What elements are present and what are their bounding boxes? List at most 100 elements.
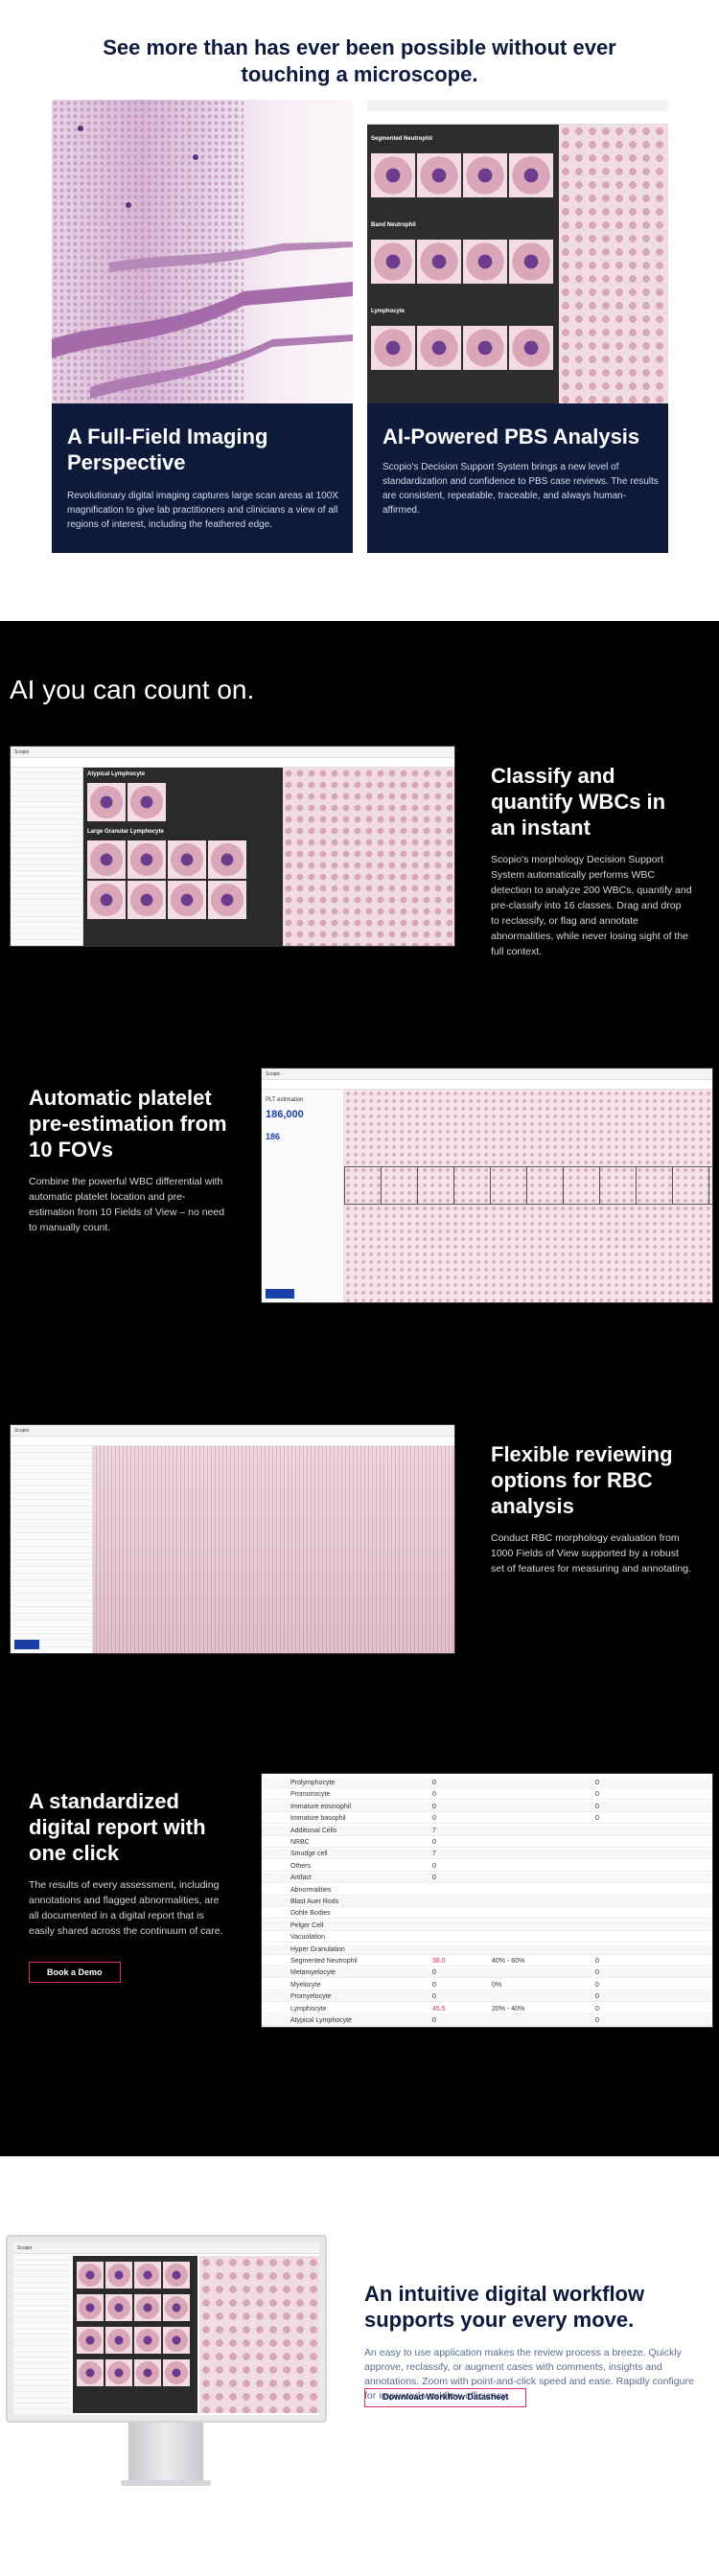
feathered-edge-image bbox=[52, 100, 353, 403]
table-row: Pelger Cell bbox=[262, 1920, 712, 1931]
ui-tabs bbox=[11, 1437, 454, 1446]
feature-wbc: Classify and quantify WBCs in an instant… bbox=[491, 763, 692, 959]
feature-title: Classify and quantify WBCs in an instant bbox=[491, 764, 666, 840]
table-cell: 0 bbox=[432, 1874, 436, 1882]
feature-text: Scopio's morphology Decision Support Sys… bbox=[491, 854, 692, 957]
monitor-base bbox=[121, 2480, 211, 2486]
table-cell: 0 bbox=[432, 1862, 436, 1870]
table-row: Promyelocyte 0 0 bbox=[262, 1991, 712, 2003]
ui-tabs bbox=[11, 758, 454, 768]
monitor-stand bbox=[128, 2423, 203, 2482]
table-cell: Dohle Bodies bbox=[290, 1910, 331, 1918]
feature-report: A standardized digital report with one c… bbox=[29, 1788, 230, 1983]
table-cell: NRBC bbox=[290, 1839, 310, 1846]
table-cell: 0 bbox=[432, 1993, 436, 2001]
feature-title: Automatic platelet pre-estimation from 1… bbox=[29, 1086, 227, 1162]
table-cell: 0 bbox=[595, 1969, 599, 1977]
workflow-ui: Scopio bbox=[13, 2242, 319, 2415]
table-cell: Immature basophil bbox=[290, 1815, 346, 1823]
table-cell: Abnormalities bbox=[290, 1886, 332, 1894]
smear-panel bbox=[283, 768, 454, 946]
table-cell: 0 bbox=[595, 1791, 599, 1799]
table-cell: Blast Auer Rods bbox=[290, 1898, 339, 1905]
table-cell: 0 bbox=[432, 2017, 436, 2024]
ai-pbs-card: Segmented Neutrophil Band Neutrophil Lym… bbox=[367, 100, 668, 553]
table-cell: 0 bbox=[432, 1981, 436, 1989]
table-cell: 0 bbox=[595, 1958, 599, 1965]
download-datasheet-button[interactable]: Download Workflow Datasheet bbox=[364, 2388, 527, 2407]
table-cell: Promonocyte bbox=[290, 1791, 331, 1799]
table-row: Atypical Lymphocyte 0 0 bbox=[262, 2015, 712, 2026]
table-cell: 0 bbox=[432, 1803, 436, 1810]
table-cell: 0 bbox=[595, 2017, 599, 2024]
table-cell: Hyper Granulation bbox=[290, 1945, 345, 1953]
row-label: Band Neutrophil bbox=[371, 222, 416, 228]
table-row: Hyper Granulation bbox=[262, 1944, 712, 1955]
save-button[interactable] bbox=[266, 1289, 294, 1299]
table-row: Metamyelocyte 0 0 bbox=[262, 1967, 712, 1979]
smear-panel bbox=[199, 2256, 319, 2413]
table-row: Blast Auer Rods bbox=[262, 1897, 712, 1907]
table-cell: 0 bbox=[432, 1969, 436, 1977]
table-cell: Immature eosinophil bbox=[290, 1803, 352, 1810]
ai-title: AI you can count on. bbox=[10, 675, 255, 704]
table-cell: Others bbox=[290, 1862, 312, 1870]
wbc-screenshot: Scopio Atypical Lymphocyte Large Granula… bbox=[10, 746, 455, 947]
workflow-section: Scopio An intuitive digital workflow sup… bbox=[0, 2156, 719, 2576]
plt-value-small: 186 bbox=[266, 1132, 281, 1141]
class-list-sidebar bbox=[13, 2254, 71, 2415]
book-demo-button[interactable]: Book a Demo bbox=[29, 1962, 121, 1983]
panel-label: Atypical Lymphocyte bbox=[87, 771, 146, 777]
table-cell: Segmented Neutrophil bbox=[290, 1958, 358, 1965]
hero-title: See more than has ever been possible wit… bbox=[103, 35, 616, 86]
feature-text: Conduct RBC morphology evaluation from 1… bbox=[491, 1532, 691, 1575]
table-cell: Atypical Lymphocyte bbox=[290, 2017, 352, 2024]
table-cell: Vacuolation bbox=[290, 1934, 326, 1942]
table-cell: 0 bbox=[595, 1780, 599, 1786]
table-cell: 0 bbox=[432, 1815, 436, 1823]
workflow-title: An intuitive digital workflow supports y… bbox=[364, 2282, 645, 2332]
table-row: Immature basophil 0 0 bbox=[262, 1813, 712, 1825]
panel-label: Large Granular Lymphocyte bbox=[87, 829, 164, 835]
table-cell: 0 bbox=[595, 2005, 599, 2012]
ui-tabs bbox=[262, 1080, 712, 1090]
app-brand: Scopio bbox=[13, 2242, 319, 2254]
feature-platelet: Automatic platelet pre-estimation from 1… bbox=[29, 1085, 230, 1235]
table-cell: Promyelocyte bbox=[290, 1993, 332, 2001]
app-brand: Scopio bbox=[11, 1425, 454, 1437]
smear-panel bbox=[559, 125, 668, 403]
card-title: A Full-Field Imaging Perspective bbox=[67, 425, 268, 474]
table-row: Lymphocyte 45.5 20% - 40% 0 bbox=[262, 2004, 712, 2014]
table-row: Dohle Bodies bbox=[262, 1908, 712, 1920]
table-row: Smudge cell 7 bbox=[262, 1849, 712, 1860]
table-cell: Additional Cells bbox=[290, 1827, 337, 1834]
table-cell: 0 bbox=[595, 1803, 599, 1810]
table-cell: 0 bbox=[595, 1993, 599, 2001]
monitor-screen: Scopio bbox=[6, 2235, 327, 2423]
rbc-sidebar bbox=[11, 1446, 93, 1653]
feature-rbc: Flexible reviewing options for RBC analy… bbox=[491, 1441, 692, 1576]
table-cell: Metamyelocyte bbox=[290, 1969, 336, 1977]
class-list-sidebar bbox=[11, 768, 83, 946]
pbs-ui-screenshot: Segmented Neutrophil Band Neutrophil Lym… bbox=[367, 100, 668, 403]
table-row: Abnormalities bbox=[262, 1885, 712, 1896]
table-row: Vacuolation bbox=[262, 1932, 712, 1944]
submit-button[interactable] bbox=[14, 1640, 39, 1649]
cell-panels bbox=[73, 2256, 197, 2413]
platelet-screenshot: Scopio PLT estimation 186,000 186 bbox=[261, 1068, 713, 1303]
app-brand: Scopio bbox=[11, 747, 454, 758]
report-screenshot: Prolymphocyte 0 0 Promonocyte 0 0 Immature eos… bbox=[261, 1773, 713, 2028]
table-cell: 0 bbox=[432, 1791, 436, 1799]
table-cell: Lymphocyte bbox=[290, 2005, 327, 2012]
report-table: Prolymphocyte 0 0 Promonocyte 0 0 Immature eos… bbox=[262, 1774, 712, 2027]
table-cell: 40% - 60% bbox=[492, 1958, 525, 1965]
feature-text: Combine the powerful WBC differential wi… bbox=[29, 1176, 225, 1233]
cells-illustration bbox=[52, 100, 353, 403]
feature-text: The results of every assessment, includi… bbox=[29, 1879, 223, 1937]
hero-section: See more than has ever been possible wit… bbox=[0, 0, 719, 621]
plt-label: PLT estimation bbox=[266, 1097, 304, 1103]
app-brand: Scopio bbox=[262, 1069, 712, 1080]
table-cell: 45.5 bbox=[432, 2005, 446, 2012]
full-field-card: A Full-Field Imaging Perspective Revolut… bbox=[52, 100, 353, 553]
table-cell: 0 bbox=[432, 1839, 436, 1846]
